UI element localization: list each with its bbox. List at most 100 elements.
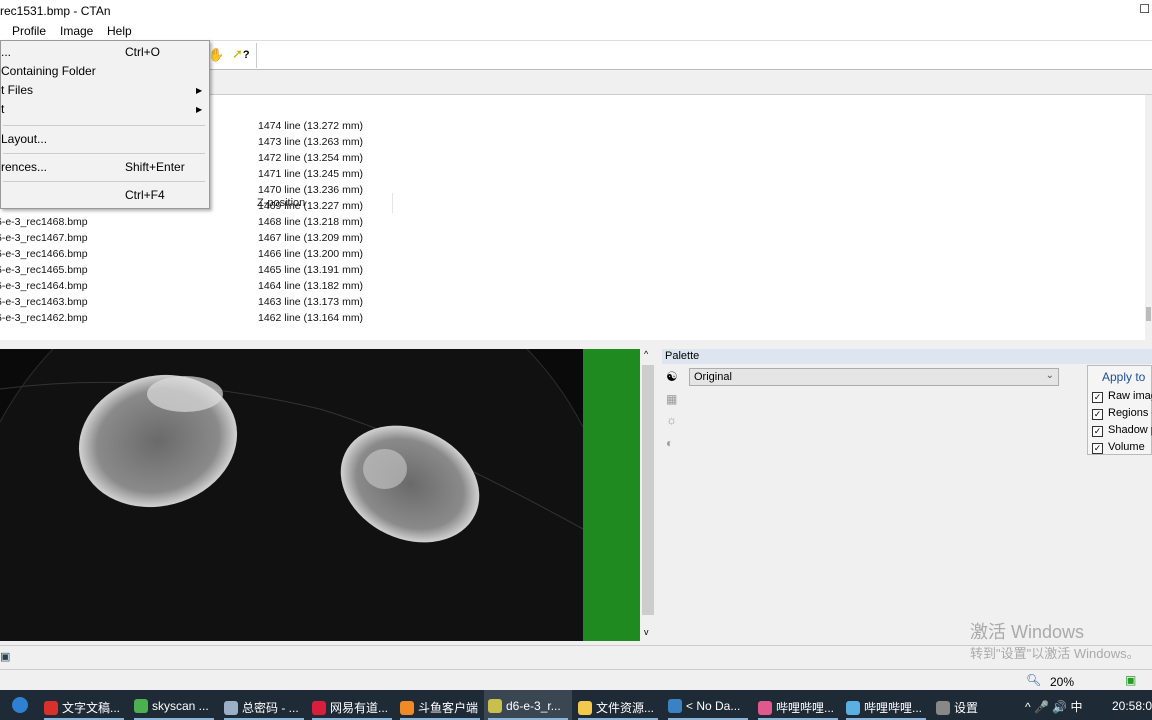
table-row[interactable]: 6-e-3_rec1466.bmp 1466 line (13.200 mm): [0, 248, 400, 264]
scrollbar-thumb[interactable]: [642, 365, 654, 615]
checkbox[interactable]: ✓: [1092, 392, 1103, 403]
scroll-down-icon[interactable]: v: [644, 627, 649, 637]
taskbar-item[interactable]: 哔哩哔哩...: [842, 690, 930, 720]
app-icon: [668, 699, 682, 713]
menu-item-shortcut: Shift+Enter: [125, 160, 185, 174]
ct-slice-image[interactable]: [0, 349, 583, 641]
scroll-up-icon[interactable]: ^: [644, 349, 648, 359]
menu-help[interactable]: Help: [107, 24, 132, 38]
bone-highlight-left: [147, 376, 223, 412]
taskbar-item[interactable]: 设置: [932, 690, 1002, 720]
window-title: rec1531.bmp - CTAn: [0, 4, 111, 18]
menu-item-label: Layout...: [1, 132, 48, 146]
taskbar-item[interactable]: 文件资源...: [574, 690, 662, 720]
taskbar: 文字文稿... skyscan ... 总密码 - ... 网易有道... 斗鱼客户端 d…: [0, 690, 1152, 720]
chevron-down-icon: ⌄: [1045, 370, 1054, 381]
file-name: 6-e-3_rec1465.bmp: [0, 264, 88, 276]
title-bar: rec1531.bmp - CTAn ☐: [0, 0, 1152, 21]
taskbar-item-label: 设置: [954, 701, 979, 715]
checkbox[interactable]: ✓: [1092, 443, 1103, 454]
app-icon: [312, 701, 326, 715]
taskbar-item-label: 网易有道...: [330, 701, 389, 715]
app-icon: [44, 701, 58, 715]
taskbar-item-label: 哔哩哔哩...: [864, 701, 923, 715]
z-position: 1470 line (13.236 mm): [258, 184, 364, 196]
taskbar-item[interactable]: skyscan ...: [130, 690, 218, 720]
menu-item[interactable]: Layout...: [1, 132, 206, 151]
file-name: 6-e-3_rec1462.bmp: [0, 312, 88, 324]
menu-item[interactable]: t Files ▶: [1, 83, 206, 102]
taskbar-item[interactable]: 总密码 - ...: [220, 690, 308, 720]
apply-checkbox[interactable]: ✓ Regions o: [1092, 407, 1152, 420]
table-row[interactable]: 6-e-3_rec1465.bmp 1465 line (13.191 mm): [0, 264, 400, 280]
taskbar-item[interactable]: 哔哩哔哩...: [754, 690, 842, 720]
menu-item[interactable]: rences... Shift+Enter: [1, 160, 206, 179]
table-row[interactable]: 6-e-3_rec1463.bmp 1463 line (13.173 mm): [0, 296, 400, 312]
file-name: 6-e-3_rec1466.bmp: [0, 248, 88, 260]
taskbar-item-label: d6-e-3_r...: [506, 699, 561, 713]
taskbar-item-label: < No Da...: [686, 699, 741, 713]
app-icon: [936, 701, 950, 715]
system-tray[interactable]: ^ 🎤 🔊 中: [1025, 698, 1083, 715]
menu-item[interactable]: Containing Folder: [1, 64, 206, 83]
clock: 20:58:0: [1112, 699, 1152, 713]
menu-item-shortcut: Ctrl+O: [125, 45, 161, 59]
yin-yang-icon[interactable]: ☯: [666, 369, 678, 385]
table-row[interactable]: 6-e-3_rec1468.bmp 1468 line (13.218 mm): [0, 216, 400, 232]
bone-highlight-right: [363, 449, 407, 489]
list-scrollbar[interactable]: [1145, 95, 1152, 340]
file-name: 6-e-3_rec1468.bmp: [0, 216, 88, 228]
taskbar-item[interactable]: d6-e-3_r...: [484, 690, 572, 720]
z-position: 1465 line (13.191 mm): [258, 264, 364, 276]
z-position: 1467 line (13.209 mm): [258, 232, 364, 244]
app-icon: [134, 699, 148, 713]
checkbox[interactable]: ✓: [1092, 426, 1103, 437]
ct-slice-svg: [0, 349, 583, 543]
apply-checkbox[interactable]: ✓ Raw imag: [1092, 390, 1152, 403]
menu-profile[interactable]: Profile: [12, 24, 46, 38]
taskbar-item[interactable]: < No Da...: [664, 690, 752, 720]
table-row[interactable]: 6-e-3_rec1467.bmp 1467 line (13.209 mm): [0, 232, 400, 248]
menu-item[interactable]: t ▶: [1, 102, 206, 121]
menu-item-label: rences...: [1, 160, 48, 174]
app-icon: [488, 699, 502, 713]
apply-checkbox[interactable]: ✓ Shadow p: [1092, 424, 1152, 437]
file-name: 6-e-3_rec1467.bmp: [0, 232, 88, 244]
field-of-view-corner-right: [527, 349, 583, 427]
taskbar-item[interactable]: 斗鱼客户端: [396, 690, 484, 720]
checkbox-label: Raw imag: [1108, 390, 1152, 402]
checkbox[interactable]: ✓: [1092, 409, 1103, 420]
z-position: 1472 line (13.254 mm): [258, 152, 364, 164]
apply-checkbox[interactable]: ✓ Volume: [1092, 441, 1145, 454]
menu-separator: [3, 181, 205, 182]
hand-icon[interactable]: ✋: [208, 47, 224, 63]
taskbar-item[interactable]: 文字文稿...: [40, 690, 128, 720]
table-row[interactable]: 6-e-3_rec1464.bmp 1464 line (13.182 mm): [0, 280, 400, 296]
help-pointer-icon[interactable]: ➚?: [232, 46, 250, 62]
app-icon: [846, 701, 860, 715]
maximize-icon[interactable]: ☐: [1139, 2, 1150, 16]
gradient-icon[interactable]: ▦: [666, 392, 677, 406]
app-icon: [758, 701, 772, 715]
taskbar-item-label: 总密码 - ...: [242, 701, 299, 715]
menu-bar: Profile Image Help: [0, 21, 1152, 40]
menu-item[interactable]: Ctrl+F4: [1, 188, 206, 207]
menu-item[interactable]: ... Ctrl+O: [1, 45, 206, 64]
menu-item-label: t: [1, 102, 5, 116]
menu-image[interactable]: Image: [60, 24, 93, 38]
green-status-icon: ▣: [1125, 673, 1137, 687]
menu-item-label: t Files: [1, 83, 34, 97]
file-name: 6-e-3_rec1464.bmp: [0, 280, 88, 292]
status-icon: ▣: [0, 651, 11, 663]
submenu-arrow-icon: ▶: [196, 86, 203, 95]
table-row[interactable]: 6-e-3_rec1462.bmp 1462 line (13.164 mm): [0, 312, 400, 328]
apply-to-title: Apply to: [1102, 370, 1146, 384]
contrast-icon[interactable]: ◐: [666, 436, 673, 450]
taskbar-item[interactable]: 网易有道...: [308, 690, 396, 720]
menu-separator: [3, 153, 205, 154]
app-icon: [224, 701, 238, 715]
palette-select[interactable]: Original ⌄: [689, 368, 1059, 386]
start-icon[interactable]: [12, 697, 28, 713]
app-icon: [578, 701, 592, 715]
brightness-icon[interactable]: ☼: [666, 413, 677, 427]
